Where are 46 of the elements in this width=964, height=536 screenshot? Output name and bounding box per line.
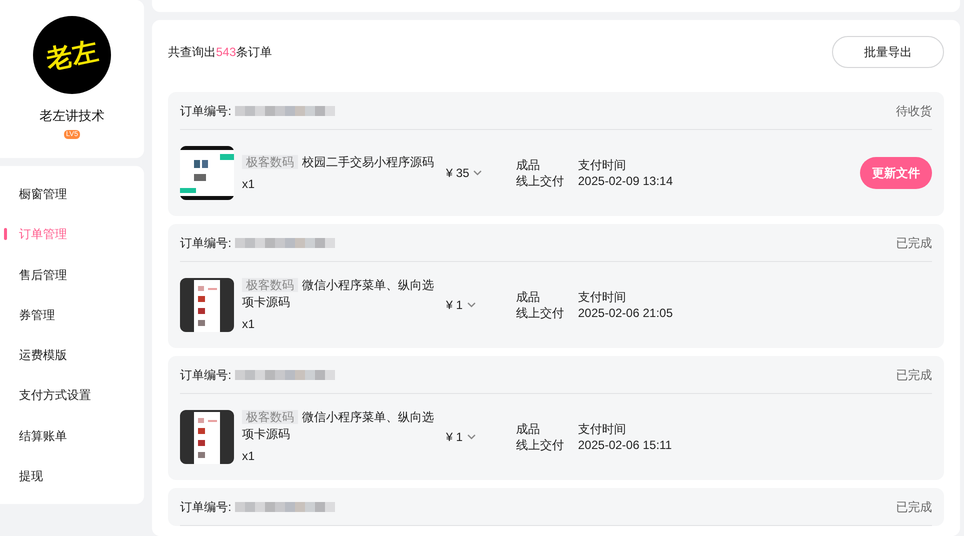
payment-time: 2025-02-06 21:05 <box>578 305 673 321</box>
menu-item[interactable]: 运费模版 <box>0 335 144 376</box>
result-count-text: 共查询出543条订单 <box>168 44 272 61</box>
avatar: 老左 <box>33 16 111 94</box>
product-type: 成品 <box>516 289 541 305</box>
menu-item[interactable]: 结算账单 <box>0 416 144 456</box>
batch-export-button[interactable]: 批量导出 <box>832 36 944 68</box>
product-type: 成品 <box>516 157 541 173</box>
product-title: 极客数码 微信小程序菜单、纵向选项卡源码 <box>242 409 435 443</box>
quantity: x1 <box>242 176 256 192</box>
quantity: x1 <box>242 448 256 465</box>
chevron-down-icon <box>466 302 476 308</box>
menu-item[interactable]: 售后管理 <box>0 254 144 295</box>
order-status: 已完成 <box>896 498 932 516</box>
payment-time-label: 支付时间 <box>578 289 627 305</box>
price-dropdown[interactable]: ¥ 35 <box>446 164 516 182</box>
menu-item[interactable]: 提现 <box>0 456 144 496</box>
chevron-down-icon <box>466 434 476 440</box>
product-title: 极客数码 微信小程序菜单、纵向选项卡源码 <box>242 277 435 311</box>
order-status: 已完成 <box>896 366 932 384</box>
order-number-label: 订单编号: <box>180 102 232 120</box>
order-number-label: 订单编号: <box>180 498 232 516</box>
menu-item[interactable]: 橱窗管理 <box>0 174 144 214</box>
order-status: 已完成 <box>896 234 932 252</box>
order-number-label: 订单编号: <box>180 234 232 252</box>
shop-tag: 极客数码 <box>242 278 298 292</box>
price-dropdown[interactable]: ¥ 1 <box>446 296 516 314</box>
shop-tag: 极客数码 <box>242 154 298 168</box>
shop-tag: 极客数码 <box>242 410 298 424</box>
quantity: x1 <box>242 316 256 333</box>
chevron-down-icon <box>473 170 482 176</box>
payment-time: 2025-02-06 15:11 <box>578 437 672 453</box>
menu-item[interactable]: 券管理 <box>0 294 144 335</box>
price-dropdown[interactable]: ¥ 1 <box>446 428 516 446</box>
product-type: 成品 <box>516 421 541 437</box>
delivery-method: 线上交付 <box>516 305 565 321</box>
delivery-method: 线上交付 <box>516 173 565 189</box>
order-status: 待收货 <box>896 102 932 120</box>
product-title: 极客数码 校园二手交易小程序源码 <box>242 154 442 170</box>
delivery-method: 线上交付 <box>516 437 565 453</box>
menu-item[interactable]: 支付方式设置 <box>0 375 144 416</box>
payment-time-label: 支付时间 <box>578 157 627 173</box>
profile-name: 老左讲技术 <box>40 107 104 125</box>
payment-time-label: 支付时间 <box>578 421 627 437</box>
order-number-label: 订单编号: <box>180 366 232 384</box>
payment-time: 2025-02-09 13:14 <box>578 173 673 189</box>
